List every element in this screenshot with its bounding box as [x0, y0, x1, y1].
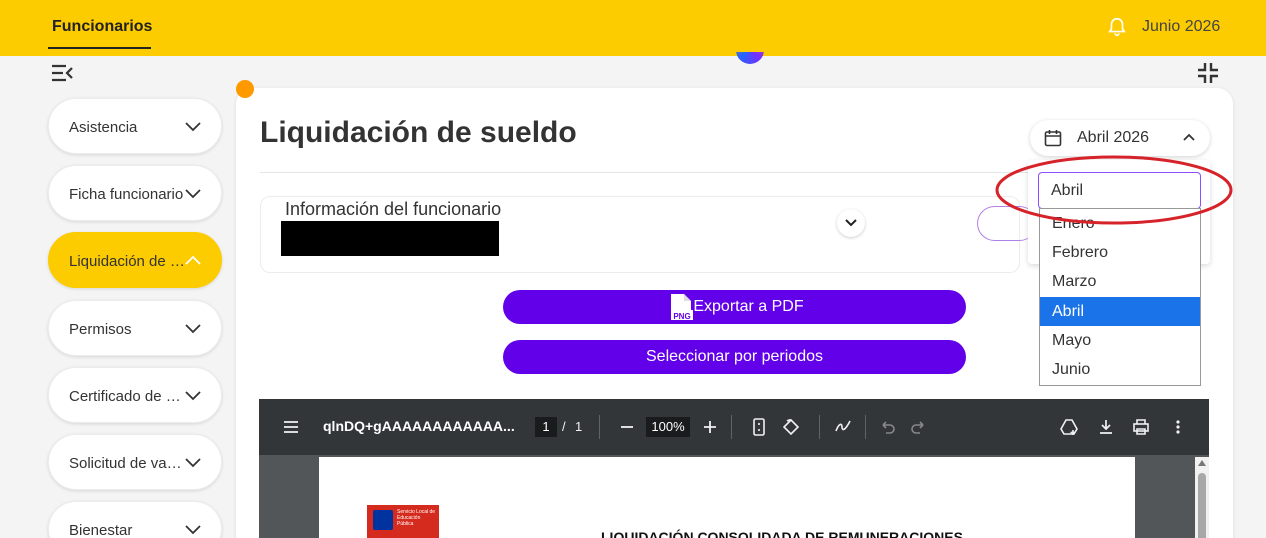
document-heading: LIQUIDACIÓN CONSOLIDADA DE REMUNERACIONE…: [601, 529, 963, 538]
hamburger-menu-icon[interactable]: [281, 417, 301, 437]
drive-save-icon[interactable]: [1059, 417, 1079, 437]
month-option[interactable]: Febrero: [1040, 238, 1200, 267]
top-bar: Funcionarios Junio 2026: [0, 0, 1266, 56]
pdf-toolbar: qlnDQ+gAAAAAAAAAAAA... 1 / 1 100%: [259, 399, 1209, 455]
sidebar-item-label: Permisos: [69, 321, 132, 338]
chevron-up-icon: [1183, 133, 1195, 141]
slep-logo: Servicio Local de Educación Pública: [367, 505, 439, 538]
month-option-selected[interactable]: Abril: [1040, 297, 1200, 326]
png-file-icon: PNG: [671, 294, 693, 321]
status-dot: [236, 80, 254, 98]
more-options-icon[interactable]: [1168, 417, 1188, 437]
info-panel-title: Información del funcionario: [285, 199, 502, 219]
sidebar-item-ficha-funcionario[interactable]: Ficha funcionario: [48, 165, 222, 221]
pdf-page: Servicio Local de Educación Pública LIQU…: [319, 457, 1135, 538]
month-option[interactable]: Marzo: [1040, 267, 1200, 296]
chevron-down-icon: [185, 391, 201, 401]
chevron-down-icon: [185, 122, 201, 132]
rotate-icon[interactable]: [781, 417, 801, 437]
print-icon[interactable]: [1131, 417, 1151, 437]
scrollbar-thumb[interactable]: [1198, 473, 1206, 538]
export-pdf-label: Exportar a PDF: [693, 298, 804, 315]
chevron-down-icon: [185, 189, 201, 199]
zoom-in-icon[interactable]: [700, 417, 720, 437]
export-pdf-button[interactable]: PNG Exportar a PDF: [503, 290, 966, 324]
exit-fullscreen-icon[interactable]: [1197, 62, 1219, 84]
pdf-file-name: qlnDQ+gAAAAAAAAAAAA...: [323, 418, 515, 434]
zoom-out-icon[interactable]: [617, 417, 637, 437]
sidebar-item-permisos[interactable]: Permisos: [48, 300, 222, 356]
sidebar-item-label: Liquidación de sueldo: [69, 253, 187, 270]
chevron-down-icon: [185, 458, 201, 468]
sidebar-item-label: Solicitud de vacaciones: [69, 455, 187, 472]
chevron-up-icon: [185, 255, 201, 265]
current-period-label: Junio 2026: [1142, 18, 1221, 35]
period-selector[interactable]: Abril 2026: [1030, 120, 1210, 156]
fit-page-icon[interactable]: [749, 417, 769, 437]
toolbar-divider: [599, 415, 600, 439]
sidebar-item-bienestar[interactable]: Bienestar: [48, 501, 222, 538]
shield-icon: [373, 510, 393, 530]
month-options-list[interactable]: Enero Febrero Marzo Abril Mayo Junio: [1039, 208, 1201, 386]
tab-funcionarios[interactable]: Funcionarios: [48, 0, 152, 49]
expand-info-button[interactable]: [837, 209, 865, 237]
bell-icon[interactable]: [1106, 16, 1128, 38]
page-title: Liquidación de sueldo: [260, 116, 577, 149]
menu-collapse-icon[interactable]: [51, 63, 73, 83]
chevron-down-icon: [185, 525, 201, 535]
select-periods-label: Seleccionar por periodos: [646, 348, 823, 365]
svg-text:PNG: PNG: [673, 312, 690, 321]
toolbar-divider: [731, 415, 732, 439]
calendar-icon: [1044, 130, 1062, 147]
sidebar-item-certificado[interactable]: Certificado de antigüedad: [48, 367, 222, 423]
month-option[interactable]: Mayo: [1040, 326, 1200, 355]
sidebar-item-label: Asistencia: [69, 119, 138, 136]
sidebar-item-asistencia[interactable]: Asistencia: [48, 98, 222, 154]
redacted-employee-name: [281, 221, 499, 256]
pdf-page-separator: /: [562, 419, 566, 434]
sidebar-item-label: Bienestar: [69, 522, 133, 538]
redo-icon[interactable]: [909, 417, 929, 437]
pdf-page-input[interactable]: 1: [535, 417, 557, 437]
period-selector-value: Abril 2026: [1077, 129, 1150, 146]
pdf-scrollbar[interactable]: [1195, 457, 1209, 538]
draw-icon[interactable]: [833, 417, 853, 437]
scroll-up-arrow-icon[interactable]: [1198, 460, 1206, 466]
sidebar-item-label: Ficha funcionario: [69, 186, 184, 203]
select-periods-button[interactable]: Seleccionar por periodos: [503, 340, 966, 374]
employee-info-panel[interactable]: Información del funcionario: [260, 196, 1020, 273]
app-logo: [736, 52, 764, 64]
sidebar-item-liquidacion[interactable]: Liquidación de sueldo: [48, 232, 222, 288]
download-icon[interactable]: [1096, 417, 1116, 437]
month-option[interactable]: Junio: [1040, 355, 1200, 384]
chevron-down-icon: [845, 219, 857, 227]
pdf-zoom-input[interactable]: 100%: [646, 417, 690, 437]
sidebar-item-solicitud[interactable]: Solicitud de vacaciones: [48, 434, 222, 490]
chevron-down-icon: [185, 324, 201, 334]
toolbar-divider: [819, 415, 820, 439]
pdf-page-total: 1: [575, 419, 583, 434]
toolbar-divider: [865, 415, 866, 439]
undo-icon[interactable]: [877, 417, 897, 437]
sidebar-item-label: Certificado de antigüedad: [69, 388, 187, 405]
pdf-viewer[interactable]: qlnDQ+gAAAAAAAAAAAA... 1 / 1 100% Servic…: [259, 399, 1209, 538]
annotation-ellipse: [995, 155, 1233, 225]
